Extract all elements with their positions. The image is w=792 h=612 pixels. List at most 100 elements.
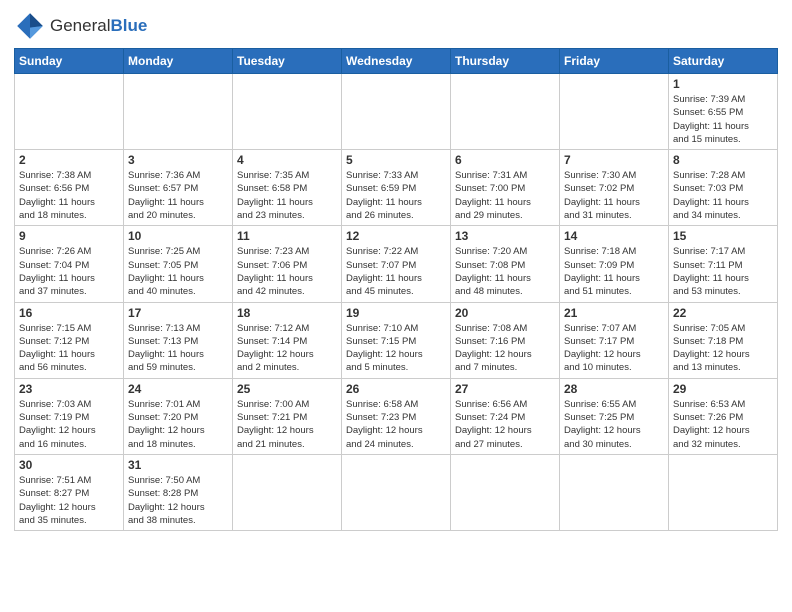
day-info: Sunrise: 7:39 AM Sunset: 6:55 PM Dayligh…: [673, 93, 773, 146]
day-number: 11: [237, 229, 337, 243]
calendar-cell: 23 Sunrise: 7:03 AM Sunset: 7:19 PM Dayli…: [15, 378, 124, 454]
calendar-week-row: 9Sunrise: 7:26 AM Sunset: 7:04 PM Daylig…: [15, 226, 778, 302]
day-number: 23: [19, 382, 119, 396]
day-number: 5: [346, 153, 446, 167]
day-info: Sunrise: 7:18 AM Sunset: 7:09 PM Dayligh…: [564, 245, 664, 298]
calendar-cell: [233, 74, 342, 150]
weekday-header-friday: Friday: [560, 49, 669, 74]
calendar-week-row: 23 Sunrise: 7:03 AM Sunset: 7:19 PM Dayli…: [15, 378, 778, 454]
day-info: Sunrise: 7:03 AM Sunset: 7:19 PM Dayligh…: [19, 398, 119, 451]
day-info: Sunrise: 7:00 AM Sunset: 7:21 PM Dayligh…: [237, 398, 337, 451]
day-number: 30: [19, 458, 119, 472]
calendar-cell: 10Sunrise: 7:25 AM Sunset: 7:05 PM Dayli…: [124, 226, 233, 302]
calendar-cell: 9Sunrise: 7:26 AM Sunset: 7:04 PM Daylig…: [15, 226, 124, 302]
calendar-cell: [233, 454, 342, 530]
calendar-week-row: 1 Sunrise: 7:39 AM Sunset: 6:55 PM Daylig…: [15, 74, 778, 150]
day-info: Sunrise: 6:58 AM Sunset: 7:23 PM Dayligh…: [346, 398, 446, 451]
day-info: Sunrise: 7:30 AM Sunset: 7:02 PM Dayligh…: [564, 169, 664, 222]
calendar-cell: 25 Sunrise: 7:00 AM Sunset: 7:21 PM Dayli…: [233, 378, 342, 454]
day-number: 16: [19, 306, 119, 320]
calendar-cell: [124, 74, 233, 150]
day-number: 7: [564, 153, 664, 167]
calendar-cell: 5 Sunrise: 7:33 AM Sunset: 6:59 PM Daylig…: [342, 150, 451, 226]
weekday-header-monday: Monday: [124, 49, 233, 74]
day-number: 12: [346, 229, 446, 243]
day-info: Sunrise: 6:53 AM Sunset: 7:26 PM Dayligh…: [673, 398, 773, 451]
day-number: 14: [564, 229, 664, 243]
calendar-cell: 29 Sunrise: 6:53 AM Sunset: 7:26 PM Dayli…: [669, 378, 778, 454]
day-number: 3: [128, 153, 228, 167]
calendar-cell: 12Sunrise: 7:22 AM Sunset: 7:07 PM Dayli…: [342, 226, 451, 302]
day-number: 31: [128, 458, 228, 472]
day-number: 17: [128, 306, 228, 320]
day-number: 19: [346, 306, 446, 320]
calendar-cell: 26 Sunrise: 6:58 AM Sunset: 7:23 PM Dayli…: [342, 378, 451, 454]
day-info: Sunrise: 7:07 AM Sunset: 7:17 PM Dayligh…: [564, 322, 664, 375]
day-number: 15: [673, 229, 773, 243]
calendar-cell: [342, 74, 451, 150]
weekday-header-tuesday: Tuesday: [233, 49, 342, 74]
day-number: 20: [455, 306, 555, 320]
calendar-cell: 15 Sunrise: 7:17 AM Sunset: 7:11 PM Dayli…: [669, 226, 778, 302]
calendar-cell: 16Sunrise: 7:15 AM Sunset: 7:12 PM Dayli…: [15, 302, 124, 378]
day-info: Sunrise: 6:55 AM Sunset: 7:25 PM Dayligh…: [564, 398, 664, 451]
day-info: Sunrise: 7:31 AM Sunset: 7:00 PM Dayligh…: [455, 169, 555, 222]
day-number: 22: [673, 306, 773, 320]
weekday-header-saturday: Saturday: [669, 49, 778, 74]
calendar-cell: 28 Sunrise: 6:55 AM Sunset: 7:25 PM Dayli…: [560, 378, 669, 454]
day-number: 1: [673, 77, 773, 91]
logo-icon: [14, 10, 46, 42]
calendar-cell: 13 Sunrise: 7:20 AM Sunset: 7:08 PM Dayli…: [451, 226, 560, 302]
day-number: 8: [673, 153, 773, 167]
logo-text: GeneralBlue: [50, 16, 147, 36]
day-info: Sunrise: 7:33 AM Sunset: 6:59 PM Dayligh…: [346, 169, 446, 222]
day-info: Sunrise: 7:23 AM Sunset: 7:06 PM Dayligh…: [237, 245, 337, 298]
calendar-week-row: 2 Sunrise: 7:38 AM Sunset: 6:56 PM Daylig…: [15, 150, 778, 226]
calendar-cell: 2 Sunrise: 7:38 AM Sunset: 6:56 PM Daylig…: [15, 150, 124, 226]
calendar-cell: 21Sunrise: 7:07 AM Sunset: 7:17 PM Dayli…: [560, 302, 669, 378]
day-number: 25: [237, 382, 337, 396]
day-number: 9: [19, 229, 119, 243]
day-info: Sunrise: 6:56 AM Sunset: 7:24 PM Dayligh…: [455, 398, 555, 451]
day-number: 24: [128, 382, 228, 396]
calendar-cell: 14 Sunrise: 7:18 AM Sunset: 7:09 PM Dayli…: [560, 226, 669, 302]
calendar-week-row: 30 Sunrise: 7:51 AM Sunset: 8:27 PM Dayli…: [15, 454, 778, 530]
weekday-header-sunday: Sunday: [15, 49, 124, 74]
calendar-cell: 22Sunrise: 7:05 AM Sunset: 7:18 PM Dayli…: [669, 302, 778, 378]
calendar-cell: [669, 454, 778, 530]
day-info: Sunrise: 7:25 AM Sunset: 7:05 PM Dayligh…: [128, 245, 228, 298]
day-info: Sunrise: 7:35 AM Sunset: 6:58 PM Dayligh…: [237, 169, 337, 222]
day-info: Sunrise: 7:01 AM Sunset: 7:20 PM Dayligh…: [128, 398, 228, 451]
calendar-cell: 18Sunrise: 7:12 AM Sunset: 7:14 PM Dayli…: [233, 302, 342, 378]
day-number: 28: [564, 382, 664, 396]
calendar-cell: 6 Sunrise: 7:31 AM Sunset: 7:00 PM Daylig…: [451, 150, 560, 226]
day-number: 13: [455, 229, 555, 243]
day-number: 29: [673, 382, 773, 396]
day-info: Sunrise: 7:17 AM Sunset: 7:11 PM Dayligh…: [673, 245, 773, 298]
day-number: 18: [237, 306, 337, 320]
day-info: Sunrise: 7:51 AM Sunset: 8:27 PM Dayligh…: [19, 474, 119, 527]
calendar-cell: 19 Sunrise: 7:10 AM Sunset: 7:15 PM Dayli…: [342, 302, 451, 378]
day-info: Sunrise: 7:10 AM Sunset: 7:15 PM Dayligh…: [346, 322, 446, 375]
day-number: 26: [346, 382, 446, 396]
calendar-cell: [15, 74, 124, 150]
calendar-cell: 30 Sunrise: 7:51 AM Sunset: 8:27 PM Dayli…: [15, 454, 124, 530]
calendar-cell: 8Sunrise: 7:28 AM Sunset: 7:03 PM Daylig…: [669, 150, 778, 226]
calendar-cell: 1 Sunrise: 7:39 AM Sunset: 6:55 PM Daylig…: [669, 74, 778, 150]
calendar-cell: [342, 454, 451, 530]
day-info: Sunrise: 7:36 AM Sunset: 6:57 PM Dayligh…: [128, 169, 228, 222]
calendar-cell: 4Sunrise: 7:35 AM Sunset: 6:58 PM Daylig…: [233, 150, 342, 226]
day-info: Sunrise: 7:20 AM Sunset: 7:08 PM Dayligh…: [455, 245, 555, 298]
day-info: Sunrise: 7:50 AM Sunset: 8:28 PM Dayligh…: [128, 474, 228, 527]
calendar-cell: [560, 454, 669, 530]
calendar-cell: 3 Sunrise: 7:36 AM Sunset: 6:57 PM Daylig…: [124, 150, 233, 226]
day-number: 2: [19, 153, 119, 167]
day-number: 6: [455, 153, 555, 167]
weekday-header-row: SundayMondayTuesdayWednesdayThursdayFrid…: [15, 49, 778, 74]
calendar-cell: 7 Sunrise: 7:30 AM Sunset: 7:02 PM Daylig…: [560, 150, 669, 226]
day-info: Sunrise: 7:13 AM Sunset: 7:13 PM Dayligh…: [128, 322, 228, 375]
day-number: 27: [455, 382, 555, 396]
page: GeneralBlue SundayMondayTuesdayWednesday…: [0, 0, 792, 612]
day-info: Sunrise: 7:08 AM Sunset: 7:16 PM Dayligh…: [455, 322, 555, 375]
day-info: Sunrise: 7:38 AM Sunset: 6:56 PM Dayligh…: [19, 169, 119, 222]
